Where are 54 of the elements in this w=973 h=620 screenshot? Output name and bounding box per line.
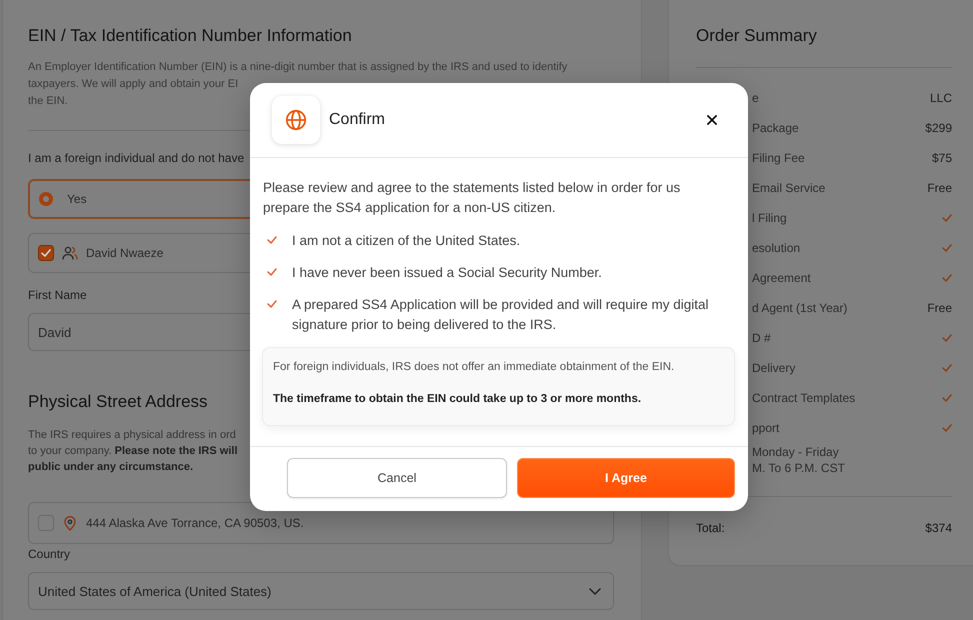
address-text: 444 Alaska Ave Torrance, CA 90503, US. [86, 516, 304, 530]
summary-label: Contract Templates [752, 391, 856, 405]
section-description: The IRS requires a physical address in ord to your company. Please note the IRS will public under any circumstance. [28, 428, 238, 475]
globe-icon [272, 96, 320, 144]
total-label: Total: [696, 520, 725, 536]
close-button[interactable] [705, 113, 719, 127]
question-label: I am a foreign individual and do not have [28, 150, 244, 166]
checkbox[interactable] [38, 245, 54, 261]
summary-note: M. To 6 P.M. CST [752, 460, 845, 476]
section-title: EIN / Tax Identification Number Information [28, 25, 352, 47]
check-icon [267, 236, 277, 244]
summary-label: Email Service [752, 181, 826, 195]
check-icon [942, 364, 952, 372]
field-label: Country [28, 546, 70, 562]
summary-label: esolution [752, 241, 800, 255]
check-icon [942, 394, 952, 402]
summary-label: Agreement [752, 271, 811, 285]
summary-note: Monday - Friday [752, 444, 839, 460]
check-icon [942, 244, 952, 252]
total-value: $374 [925, 520, 952, 536]
check-icon [267, 268, 277, 276]
summary-label: e [752, 91, 759, 105]
member-name: David Nwaeze [86, 246, 164, 260]
people-icon [62, 246, 78, 260]
summary-label: Package [752, 121, 799, 135]
location-pin-icon [64, 516, 76, 530]
field-label: First Name [28, 287, 87, 303]
summary-label: Delivery [752, 361, 796, 375]
notice-text: For foreign individuals, IRS does not offer an immediate obtainment of the EIN. [273, 360, 674, 375]
dialog-title: Confirm [329, 111, 386, 129]
agree-button[interactable]: I Agree [517, 458, 735, 498]
summary-label: D # [752, 331, 771, 345]
summary-label: pport [752, 421, 780, 435]
summary-value: $299 [925, 121, 952, 135]
chevron-down-icon [589, 588, 601, 594]
summary-label: l Filing [752, 211, 787, 225]
check-icon [942, 274, 952, 282]
cancel-button[interactable]: Cancel [287, 458, 507, 498]
summary-value: LLC [930, 91, 952, 105]
close-icon [707, 115, 717, 125]
summary-value: $75 [932, 151, 952, 165]
summary-value: Free [927, 181, 952, 195]
summary-label: d Agent (1st Year) [752, 301, 848, 315]
section-description: An Employer Identification Number (EIN) is a nine-digit number that is assigned by the IRS and used to identify taxpayers. We will apply and obtain your EI the EIN. [28, 60, 568, 109]
summary-title: Order Summary [696, 25, 818, 47]
section-title: Physical Street Address [28, 391, 208, 413]
check-icon [942, 334, 952, 342]
notice-text: The timeframe to obtain the EIN could take up to 3 or more months. [273, 392, 642, 407]
country-select[interactable]: United States of America (United States) [28, 572, 614, 610]
check-icon [942, 214, 952, 222]
summary-label: Filing Fee [752, 151, 805, 165]
check-icon [267, 300, 277, 308]
summary-value: Free [927, 301, 952, 315]
check-icon [942, 424, 952, 432]
